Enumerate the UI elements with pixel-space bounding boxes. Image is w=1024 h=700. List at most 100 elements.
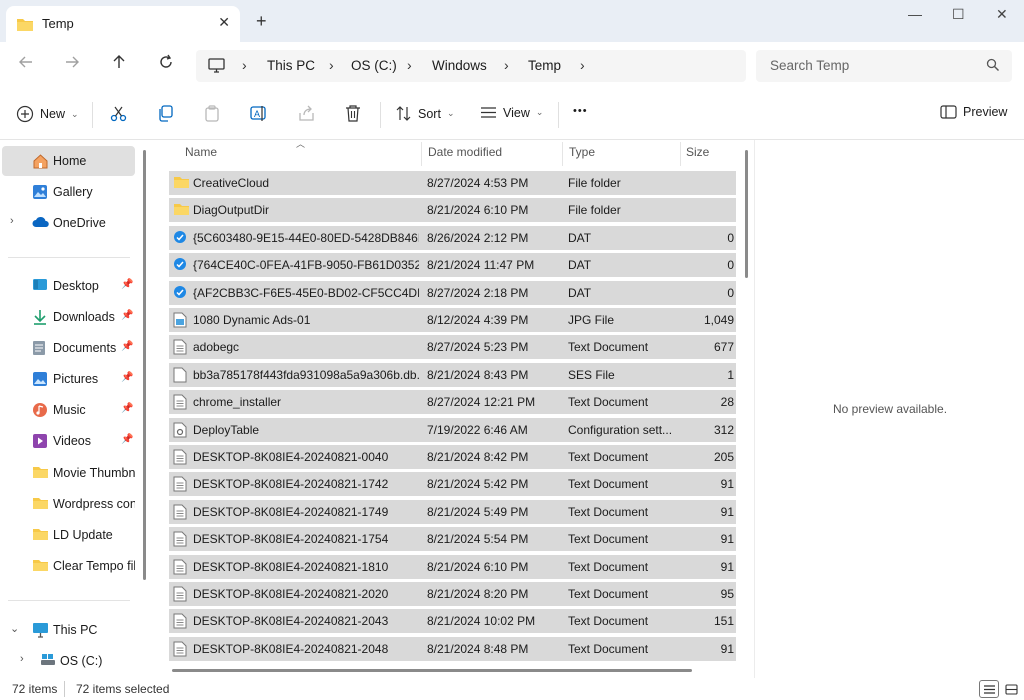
file-row[interactable]: DESKTOP-8K08IE4-20240821-1810 8/21/2024 6… (169, 554, 736, 579)
column-header-size[interactable]: Size (686, 145, 709, 159)
maximize-button[interactable]: ☐ (952, 6, 965, 23)
sidebar-item-music[interactable]: Music 📌 (0, 395, 136, 425)
breadcrumb[interactable]: › This PC › OS (C:) › Windows › Temp › (196, 50, 746, 82)
sidebar-item-downloads[interactable]: Downloads 📌 (0, 302, 136, 332)
file-row[interactable]: DeployTable 7/19/2022 6:46 AM Configuratio… (169, 417, 736, 442)
file-row[interactable]: DESKTOP-8K08IE4-20240821-1749 8/21/2024 5… (169, 499, 736, 524)
sort-button[interactable]: Sort ⌄ (395, 105, 454, 122)
pin-icon[interactable]: 📌 (121, 341, 133, 352)
file-row[interactable]: {5C603480-9E15-44E0-80ED-5428DB846B... 8/… (169, 225, 736, 250)
sidebar-item-videos[interactable]: Videos 📌 (0, 426, 136, 456)
file-row[interactable]: DESKTOP-8K08IE4-20240821-0040 8/21/2024 8… (169, 445, 736, 469)
pin-icon[interactable]: 📌 (121, 279, 133, 290)
file-row[interactable]: DESKTOP-8K08IE4-20240821-2020 8/21/2024 8… (169, 582, 736, 606)
file-list-horizontal-scrollbar[interactable] (172, 669, 692, 672)
text-file-icon (173, 531, 189, 547)
file-row[interactable]: DESKTOP-8K08IE4-20240821-1754 8/21/2024 5… (169, 527, 736, 552)
search-input[interactable]: Search Temp (756, 50, 1012, 82)
tiles-view-button[interactable] (1001, 680, 1021, 698)
file-name: {764CE40C-0FEA-41FB-9050-FB61D0352A... (193, 258, 419, 273)
share-button[interactable] (298, 105, 315, 122)
new-label: New (40, 107, 66, 121)
file-list-vertical-scrollbar[interactable] (745, 150, 748, 278)
chevron-right-icon[interactable]: › (10, 215, 14, 227)
rename-button[interactable]: A (250, 105, 268, 122)
file-icon (173, 367, 189, 383)
column-header-name[interactable]: Name (185, 145, 217, 159)
chevron-right-icon[interactable]: › (407, 57, 412, 73)
refresh-button[interactable] (158, 54, 174, 75)
file-type: Text Document (568, 532, 649, 547)
file-row[interactable]: DESKTOP-8K08IE4-20240821-2043 8/21/2024 1… (169, 609, 736, 634)
chevron-right-icon[interactable]: › (329, 57, 334, 73)
sidebar-item-documents[interactable]: Documents 📌 (0, 333, 136, 363)
file-row[interactable]: DESKTOP-8K08IE4-20240821-2048 8/21/2024 8… (169, 636, 736, 661)
sidebar-item-movie-thumbnails[interactable]: Movie Thumbna (0, 458, 136, 488)
file-row[interactable]: DiagOutputDir 8/21/2024 6:10 PM File folde… (169, 198, 736, 223)
pin-icon[interactable]: 📌 (121, 434, 133, 445)
column-divider[interactable] (680, 142, 681, 166)
chevron-down-icon[interactable]: ⌄ (10, 622, 19, 635)
sidebar-item-desktop[interactable]: Desktop 📌 (0, 271, 136, 301)
file-row[interactable]: {AF2CBB3C-F6E5-45E0-BD02-CF5CC4DD... 8/27… (169, 280, 736, 305)
sidebar-item-home[interactable]: Home (2, 146, 135, 176)
pin-icon[interactable]: 📌 (121, 372, 133, 383)
more-options-button[interactable]: ••• (573, 105, 588, 117)
delete-button[interactable] (345, 105, 361, 122)
minimize-button[interactable]: — (908, 6, 922, 22)
sidebar-item-onedrive[interactable]: › OneDrive (0, 208, 136, 238)
sidebar-item-clear-tempo[interactable]: Clear Tempo file (0, 551, 136, 581)
file-row[interactable]: DESKTOP-8K08IE4-20240821-1742 8/21/2024 5… (169, 472, 736, 497)
column-header-type[interactable]: Type (569, 145, 595, 159)
file-row[interactable]: CreativeCloud 8/27/2024 4:53 PM File folde… (169, 171, 736, 195)
file-row[interactable]: bb3a785178f443fda931098a5a9a306b.db.s...… (169, 362, 736, 387)
sidebar-item-this-pc[interactable]: ⌄ This PC (0, 615, 136, 645)
close-window-button[interactable]: ✕ (996, 6, 1008, 23)
crumb-windows[interactable]: Windows (432, 58, 487, 73)
crumb-os-c[interactable]: OS (C:) (351, 58, 397, 73)
cut-button[interactable] (110, 105, 127, 122)
file-row[interactable]: 1080 Dynamic Ads-01 8/12/2024 4:39 PM JPG … (169, 308, 736, 332)
rename-icon: A (250, 106, 266, 121)
new-button[interactable]: New ⌄ (16, 105, 79, 123)
sidebar-item-gallery[interactable]: Gallery (0, 177, 136, 207)
file-row[interactable]: chrome_installer 8/27/2024 12:21 PM Text D… (169, 390, 736, 415)
sidebar-scrollbar[interactable] (143, 150, 146, 580)
crumb-this-pc[interactable]: This PC (267, 58, 315, 73)
file-name: DESKTOP-8K08IE4-20240821-1742 (193, 477, 389, 492)
file-date-modified: 8/21/2024 6:10 PM (427, 203, 529, 218)
new-tab-button[interactable]: + (256, 12, 267, 30)
forward-button[interactable] (64, 54, 80, 75)
preview-pane-button[interactable]: Preview (940, 105, 1007, 119)
file-row[interactable]: adobegc 8/27/2024 5:23 PM Text Document 677 (169, 335, 736, 360)
sidebar-item-ld-update[interactable]: LD Update (0, 520, 136, 550)
column-header-date[interactable]: Date modified (428, 145, 502, 159)
chevron-right-icon[interactable]: › (580, 57, 585, 73)
crumb-temp[interactable]: Temp (528, 58, 561, 73)
tiles-view-icon (1004, 683, 1018, 695)
drive-icon (40, 653, 56, 669)
navigation-pane: Home Gallery › OneDrive Desktop 📌 Downlo… (0, 140, 150, 678)
sidebar-item-pictures[interactable]: Pictures 📌 (0, 364, 136, 394)
back-button[interactable] (18, 54, 34, 75)
pin-icon[interactable]: 📌 (121, 403, 133, 414)
chevron-right-icon[interactable]: › (20, 653, 24, 665)
sidebar-item-wordpress[interactable]: Wordpress cont (0, 489, 136, 519)
chevron-right-icon[interactable]: › (504, 57, 509, 73)
file-size: 28 (720, 395, 734, 410)
tab-temp[interactable]: Temp ✕ (6, 6, 240, 42)
file-type: Text Document (568, 395, 649, 410)
column-divider[interactable] (421, 142, 422, 166)
view-button[interactable]: View ⌄ (480, 105, 543, 120)
pin-icon[interactable]: 📌 (121, 310, 133, 321)
file-row[interactable]: {764CE40C-0FEA-41FB-9050-FB61D0352A... 8/… (169, 253, 736, 278)
close-tab-icon[interactable]: ✕ (218, 14, 230, 31)
up-button[interactable] (111, 54, 127, 75)
chevron-right-icon[interactable]: › (242, 57, 247, 73)
arrow-left-icon (19, 56, 32, 68)
details-view-button[interactable] (979, 680, 999, 698)
paste-button[interactable] (204, 105, 221, 122)
column-divider[interactable] (562, 142, 563, 166)
copy-button[interactable] (157, 105, 174, 122)
sidebar-item-os-c[interactable]: › OS (C:) (0, 646, 136, 676)
